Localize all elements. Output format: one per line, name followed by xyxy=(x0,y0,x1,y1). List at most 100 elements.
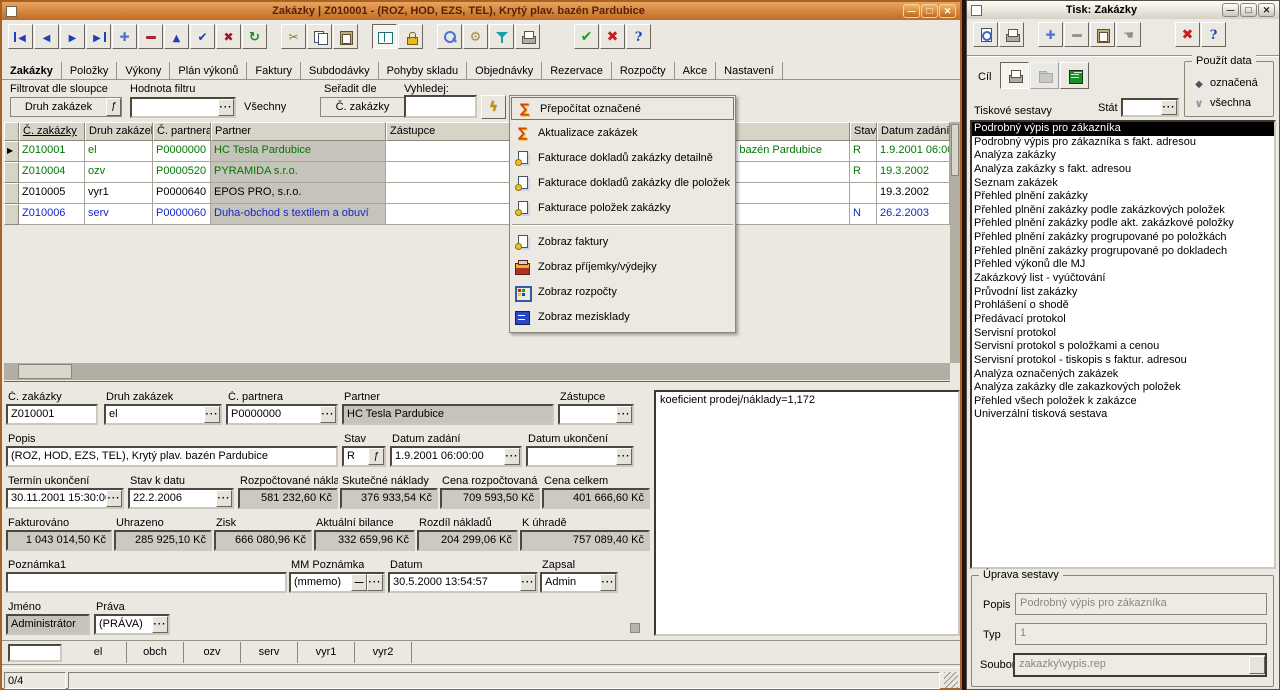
search-go-button[interactable] xyxy=(481,95,506,119)
maximize-button[interactable] xyxy=(921,4,938,18)
filter-column-combo[interactable]: Druh zakázek xyxy=(10,97,122,117)
column-header[interactable]: Datum zadání xyxy=(877,122,950,141)
cut-button[interactable] xyxy=(281,24,306,49)
docs-button[interactable]: Fakturace dokladů zakázky dle položek xyxy=(510,170,735,195)
representative-field[interactable] xyxy=(558,404,634,425)
report-item[interactable]: Analýza zakázky dle zakazkových položek xyxy=(972,381,1274,395)
main-tab[interactable]: Faktury xyxy=(247,62,301,79)
type-tab[interactable]: vyr2 xyxy=(355,642,412,663)
main-tab[interactable]: Pohyby skladu xyxy=(379,62,468,79)
help-button[interactable] xyxy=(626,24,651,49)
cell-partner-number[interactable]: P0000520 xyxy=(153,162,211,183)
table-button[interactable] xyxy=(1060,62,1089,89)
ellipsis-button[interactable] xyxy=(1161,100,1177,115)
type-tab[interactable]: el xyxy=(70,642,127,663)
cell-date[interactable]: 1.9.2001 06:00:00 xyxy=(877,141,950,162)
close-button[interactable] xyxy=(1258,3,1275,17)
radio-all[interactable]: všechna xyxy=(1193,95,1251,111)
cell-date[interactable]: 19.3.2002 xyxy=(877,162,950,183)
ellipsis-button[interactable] xyxy=(520,574,536,591)
main-tab[interactable]: Akce xyxy=(675,62,716,79)
print-button[interactable] xyxy=(1000,62,1029,89)
type-tab[interactable]: ozv xyxy=(184,642,241,663)
main-tab[interactable]: Položky xyxy=(62,62,118,79)
main-tab[interactable]: Rezervace xyxy=(542,62,612,79)
report-file-field[interactable]: zakazky\vypis.rep xyxy=(1013,653,1267,677)
report-item[interactable]: Seznam zakázek xyxy=(972,177,1274,191)
status-date-field[interactable]: 22.2.2006 xyxy=(128,488,234,509)
main-tab[interactable]: Zakázky xyxy=(2,62,62,79)
next-button[interactable] xyxy=(60,24,85,49)
entry-date-field[interactable]: 1.9.2001 06:00:00 xyxy=(390,446,522,467)
deadline-field[interactable]: 30.11.2001 15:30:00 xyxy=(6,488,124,509)
abacus-button[interactable]: Zobraz rozpočty xyxy=(510,279,735,304)
cell-order-type[interactable]: serv xyxy=(85,204,153,225)
cell-status[interactable]: R xyxy=(850,162,877,183)
refresh-button[interactable] xyxy=(242,24,267,49)
ellipsis-button[interactable] xyxy=(218,99,234,116)
ellipsis-button[interactable] xyxy=(152,616,168,633)
x2-button[interactable] xyxy=(1175,22,1200,47)
main-tab[interactable]: Subdodávky xyxy=(301,62,379,79)
main-tab[interactable]: Rozpočty xyxy=(612,62,675,79)
minimize-button[interactable] xyxy=(1222,3,1239,17)
print-button[interactable] xyxy=(515,24,540,49)
note1-field[interactable] xyxy=(6,572,287,593)
ellipsis-button[interactable] xyxy=(616,406,632,423)
combo-dropdown-icon[interactable] xyxy=(106,98,121,116)
row-selector[interactable] xyxy=(4,183,19,204)
main-tab[interactable]: Objednávky xyxy=(467,62,542,79)
report-item[interactable]: Podrobný výpis pro zákazníka s fakt. adr… xyxy=(972,136,1274,150)
recorded-by-field[interactable]: Admin xyxy=(540,572,618,593)
drawers-button[interactable]: Zobraz mezisklady xyxy=(510,304,735,329)
table-row[interactable]: ▶ Z010001 el P0000000 HC Tesla Pardubice… xyxy=(4,141,950,162)
cell-partner[interactable]: PYRAMIDA s.r.o. xyxy=(211,162,386,183)
column-header[interactable]: Partner xyxy=(211,122,386,141)
partner-number-field[interactable]: P0000000 xyxy=(226,404,338,425)
scrollbar-thumb[interactable] xyxy=(951,124,959,176)
cell-partner-number[interactable]: P0000000 xyxy=(153,141,211,162)
cell-status[interactable]: R xyxy=(850,141,877,162)
date-field[interactable]: 30.5.2000 13:54:57 xyxy=(388,572,538,593)
insert-button[interactable] xyxy=(112,24,137,49)
combo-dropdown-icon[interactable] xyxy=(368,448,384,465)
type-filter-box[interactable] xyxy=(8,644,62,662)
first-button[interactable] xyxy=(8,24,33,49)
ellipsis-button[interactable] xyxy=(320,406,336,423)
report-item[interactable]: Přehled plnění zakázky podle zakázkových… xyxy=(972,204,1274,218)
report-item[interactable]: Přehled všech položek k zakázce xyxy=(972,395,1274,409)
table-row[interactable]: Z010006 serv P0000060 Duha-obchod s text… xyxy=(4,204,950,225)
register-button[interactable]: Zobraz příjemky/výdejky xyxy=(510,254,735,279)
file-browse-button[interactable] xyxy=(1249,656,1265,674)
minimize-button[interactable] xyxy=(903,4,920,18)
cell-order-number[interactable]: Z010006 xyxy=(19,204,85,225)
docs-button[interactable]: Fakturace dokladů zakázky detailně xyxy=(510,145,735,170)
sigma-button[interactable]: Přepočítat označené xyxy=(511,97,734,120)
table-row[interactable]: Z010004 ozv P0000520 PYRAMIDA s.r.o. R 1… xyxy=(4,162,950,183)
main-titlebar[interactable]: Zakázky | Z010001 - (ROZ, HOD, EZS, TEL)… xyxy=(2,2,960,20)
ellipsis-button[interactable] xyxy=(504,448,520,465)
table-row[interactable]: Z010005 vyr1 P0000640 EPOS PRO, s.r.o. 1… xyxy=(4,183,950,204)
report-item[interactable]: Průvodní list zakázky xyxy=(972,286,1274,300)
hand-button[interactable] xyxy=(1116,22,1141,47)
report-item[interactable]: Servisní protokol s položkami a cenou xyxy=(972,340,1274,354)
print-button[interactable] xyxy=(999,22,1024,47)
search-input[interactable] xyxy=(404,95,477,118)
vertical-scrollbar[interactable] xyxy=(950,122,960,363)
cancel-button[interactable] xyxy=(216,24,241,49)
delete-button[interactable] xyxy=(138,24,163,49)
cell-status[interactable]: N xyxy=(850,204,877,225)
radio-marked[interactable]: označená xyxy=(1193,75,1258,91)
type-tab[interactable]: serv xyxy=(241,642,298,663)
memo-note-field[interactable]: (mmemo) xyxy=(289,572,385,593)
ellipsis-button[interactable] xyxy=(216,490,232,507)
report-item[interactable]: Zakázkový list - vyúčtování xyxy=(972,272,1274,286)
cell-order-type[interactable]: ozv xyxy=(85,162,153,183)
report-item[interactable]: Servisní protokol - tiskopis s faktur. a… xyxy=(972,354,1274,368)
status-field[interactable]: R xyxy=(342,446,386,467)
remove-button[interactable] xyxy=(1064,22,1089,47)
report-item[interactable]: Analýza označených zakázek xyxy=(972,368,1274,382)
docs-button[interactable]: Zobraz faktury xyxy=(510,229,735,254)
lock-button[interactable] xyxy=(398,24,423,49)
scrollbar-thumb[interactable] xyxy=(18,364,72,379)
